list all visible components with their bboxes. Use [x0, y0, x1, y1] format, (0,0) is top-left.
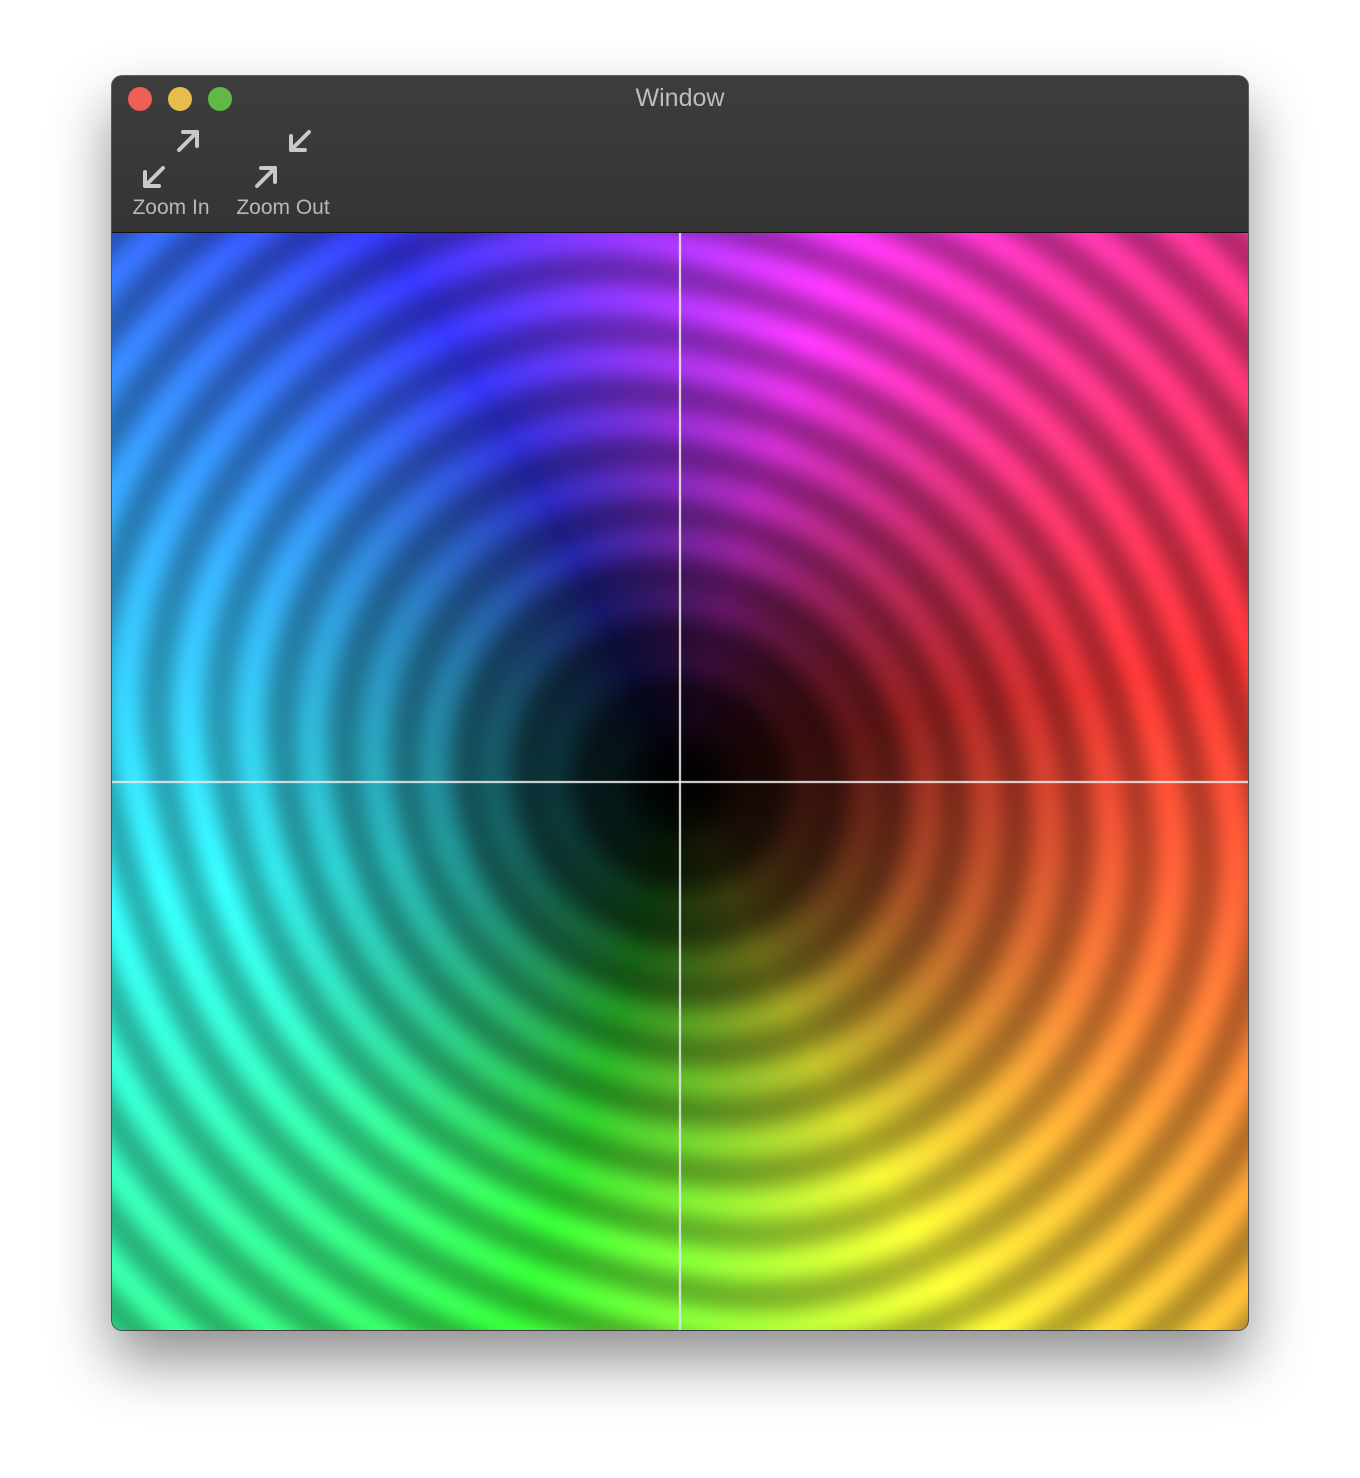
expand-arrows-icon — [143, 130, 199, 188]
zoom-in-button[interactable]: Zoom In — [126, 128, 216, 220]
zoom-out-button[interactable]: Zoom Out — [230, 128, 336, 220]
title-bar: Window Zoom In Zoom Out — [112, 76, 1248, 233]
zoom-out-label: Zoom Out — [236, 196, 330, 219]
app-window: Window Zoom In Zoom Out — [112, 76, 1248, 1330]
contract-arrows-icon — [255, 130, 311, 188]
zoom-in-label: Zoom In — [132, 196, 210, 219]
window-title: Window — [635, 84, 725, 112]
domain-coloring-plot[interactable] — [112, 233, 1248, 1330]
